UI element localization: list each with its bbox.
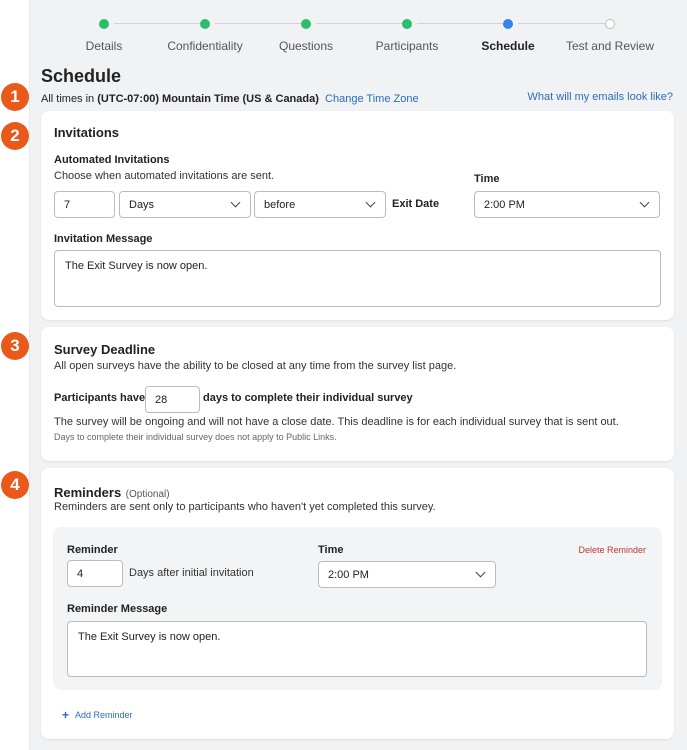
reminder-label: Reminder — [67, 544, 118, 556]
step-label: Schedule — [481, 39, 535, 53]
progress-stepper: Details Confidentiality Questions Partic… — [52, 14, 662, 54]
invitation-offset-value: 7 — [64, 198, 71, 211]
timezone-prefix: All times in — [41, 93, 95, 105]
reminders-title-row: Reminders (Optional) — [54, 484, 170, 502]
step-schedule[interactable]: Schedule — [453, 14, 563, 53]
chevron-down-icon — [230, 197, 241, 208]
step-complete-icon — [402, 19, 412, 29]
invitation-unit-select[interactable]: Days — [119, 191, 251, 218]
invitation-message-label: Invitation Message — [54, 233, 153, 245]
timezone-value: (UTC-07:00) Mountain Time (US & Canada) — [97, 93, 319, 105]
step-details[interactable]: Details — [49, 14, 159, 53]
email-preview-link[interactable]: What will my emails look like? — [528, 91, 673, 103]
automated-invitations-desc: Choose when automated invitations are se… — [54, 170, 275, 182]
page-title: Schedule — [41, 66, 122, 86]
deadline-days-input[interactable]: 28 — [145, 386, 200, 413]
delete-reminder-link[interactable]: Delete Reminder — [578, 545, 646, 555]
deadline-days-value: 28 — [155, 393, 168, 406]
days-to-complete-label: days to complete their individual survey — [203, 392, 413, 404]
survey-deadline-card: Survey Deadline All open surveys have th… — [41, 327, 674, 461]
invitation-message-textarea[interactable]: The Exit Survey is now open. — [54, 250, 661, 307]
reminder-days-suffix: Days after initial invitation — [129, 567, 254, 579]
step-current-icon — [503, 19, 513, 29]
reminders-card: Reminders (Optional) Reminders are sent … — [41, 468, 674, 739]
reminder-message-value: The Exit Survey is now open. — [78, 631, 221, 643]
optional-tag: (Optional) — [125, 489, 170, 500]
invitation-relation-select[interactable]: before — [254, 191, 386, 218]
step-badge-3: 3 — [1, 332, 29, 360]
reminder-item: Reminder 4 Days after initial invitation… — [53, 527, 662, 690]
deadline-note: The survey will be ongoing and will not … — [54, 416, 619, 428]
step-badge-2: 2 — [1, 122, 29, 150]
invitation-time-value: 2:00 PM — [484, 198, 525, 211]
step-test-and-review[interactable]: Test and Review — [555, 14, 665, 53]
reminder-time-select[interactable]: 2:00 PM — [318, 561, 496, 588]
add-reminder-label: Add Reminder — [75, 710, 133, 720]
step-pending-icon — [605, 19, 615, 29]
left-margin-strip — [0, 0, 30, 750]
invitations-card: Invitations Automated Invitations Choose… — [41, 111, 674, 320]
step-badge-1: 1 — [1, 83, 29, 111]
invitation-message-value: The Exit Survey is now open. — [65, 260, 208, 272]
step-complete-icon — [99, 19, 109, 29]
invitations-title: Invitations — [54, 125, 120, 140]
step-confidentiality[interactable]: Confidentiality — [150, 14, 260, 53]
reminders-title: Reminders — [54, 485, 122, 500]
change-time-zone-link[interactable]: Change Time Zone — [325, 93, 419, 105]
reminder-message-textarea[interactable]: The Exit Survey is now open. — [67, 621, 647, 677]
chevron-down-icon — [639, 197, 650, 208]
timezone-line: All times in (UTC-07:00) Mountain Time (… — [41, 93, 419, 105]
reminder-time-label: Time — [318, 544, 344, 556]
survey-deadline-desc: All open surveys have the ability to be … — [54, 360, 457, 372]
step-label: Questions — [278, 39, 334, 53]
invitation-relation-value: before — [264, 198, 296, 211]
reminder-days-value: 4 — [77, 567, 84, 580]
step-complete-icon — [301, 19, 311, 29]
step-badge-4: 4 — [1, 471, 29, 499]
participants-have-label: Participants have — [54, 392, 146, 404]
reminders-desc: Reminders are sent only to participants … — [54, 501, 436, 513]
step-complete-icon — [200, 19, 210, 29]
survey-deadline-title: Survey Deadline — [54, 342, 156, 357]
step-label: Details — [85, 39, 123, 53]
step-label: Confidentiality — [167, 39, 243, 53]
plus-icon: + — [62, 708, 70, 722]
public-links-note: Days to complete their individual survey… — [54, 432, 337, 442]
step-label: Test and Review — [565, 39, 655, 53]
chevron-down-icon — [475, 567, 486, 578]
invitation-offset-input[interactable]: 7 — [54, 191, 115, 218]
reminder-message-label: Reminder Message — [67, 603, 168, 615]
step-questions[interactable]: Questions — [251, 14, 361, 53]
automated-invitations-label: Automated Invitations — [54, 154, 170, 166]
reminder-time-value: 2:00 PM — [328, 568, 369, 581]
invitation-time-label: Time — [474, 173, 500, 185]
exit-date-label: Exit Date — [392, 198, 440, 210]
step-participants[interactable]: Participants — [352, 14, 462, 53]
step-label: Participants — [375, 39, 439, 53]
chevron-down-icon — [365, 197, 376, 208]
invitation-time-select[interactable]: 2:00 PM — [474, 191, 660, 218]
invitation-unit-value: Days — [129, 198, 155, 211]
add-reminder-button[interactable]: + Add Reminder — [62, 709, 133, 721]
reminder-days-input[interactable]: 4 — [67, 560, 123, 587]
